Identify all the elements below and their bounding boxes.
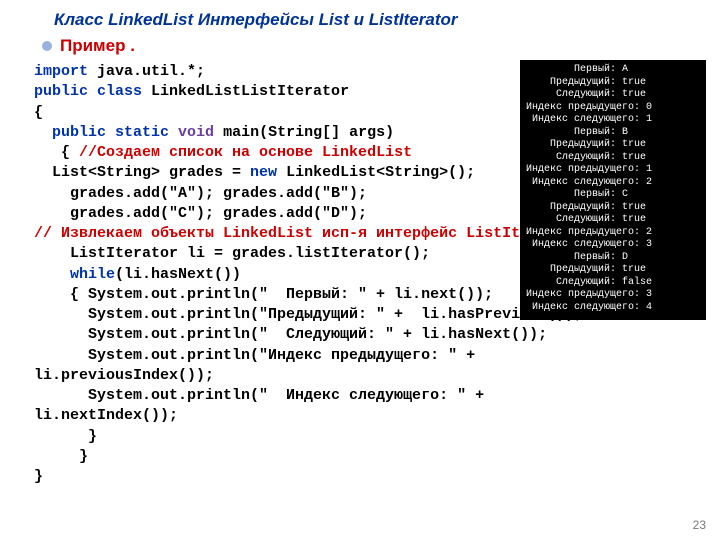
kw-void: void <box>178 124 214 141</box>
code-text: java.util.*; <box>88 63 205 80</box>
code-text: ListIterator li = grades.listIterator(); <box>34 245 430 262</box>
code-pad: { <box>34 144 79 161</box>
page-number: 23 <box>693 518 706 532</box>
code-pad <box>34 124 52 141</box>
kw-while: while <box>70 266 115 283</box>
slide-subtitle: Пример . <box>0 34 720 62</box>
code-text: System.out.println("Предыдущий: " + li.h… <box>34 306 583 323</box>
code-text: li.nextIndex()); <box>34 407 178 424</box>
code-text: } <box>34 448 88 465</box>
code-text: { System.out.println(" Первый: " + li.ne… <box>34 286 493 303</box>
code-text: System.out.println(" Индекс следующего: … <box>34 387 484 404</box>
comment: // Извлекаем объекты LinkedList исп-я ин… <box>34 225 574 242</box>
slide-title: Класс LinkedList Интерфейсы List и ListI… <box>0 0 720 34</box>
code-text: } <box>34 468 43 485</box>
code-text: (li.hasNext()) <box>115 266 241 283</box>
code-text: grades.add("A"); grades.add("B"); <box>34 185 367 202</box>
code-text: System.out.println(" Следующий: " + li.h… <box>34 326 547 343</box>
subtitle-text: Пример . <box>60 36 135 55</box>
bullet-icon <box>42 41 52 51</box>
kw-public-static: public static <box>52 124 178 141</box>
code-text: grades.add("C"); grades.add("D"); <box>34 205 367 222</box>
code-text: List<String> grades = <box>34 164 250 181</box>
code-text: } <box>34 428 97 445</box>
comment: //Создаем список на основе LinkedList <box>79 144 412 161</box>
code-text: { <box>34 104 43 121</box>
console-output: Первый: A Предыдущий: true Слeдующий: tr… <box>520 60 706 320</box>
kw-public-class: public class <box>34 83 142 100</box>
code-text: LinkedList<String>(); <box>277 164 475 181</box>
code-text: LinkedListListIterator <box>142 83 349 100</box>
code-text: main(String[] args) <box>214 124 394 141</box>
code-text: System.out.println("Индекс предыдущего: … <box>34 347 475 364</box>
kw-new: new <box>250 164 277 181</box>
code-pad <box>34 266 70 283</box>
code-text: li.previousIndex()); <box>34 367 214 384</box>
kw-import: import <box>34 63 88 80</box>
